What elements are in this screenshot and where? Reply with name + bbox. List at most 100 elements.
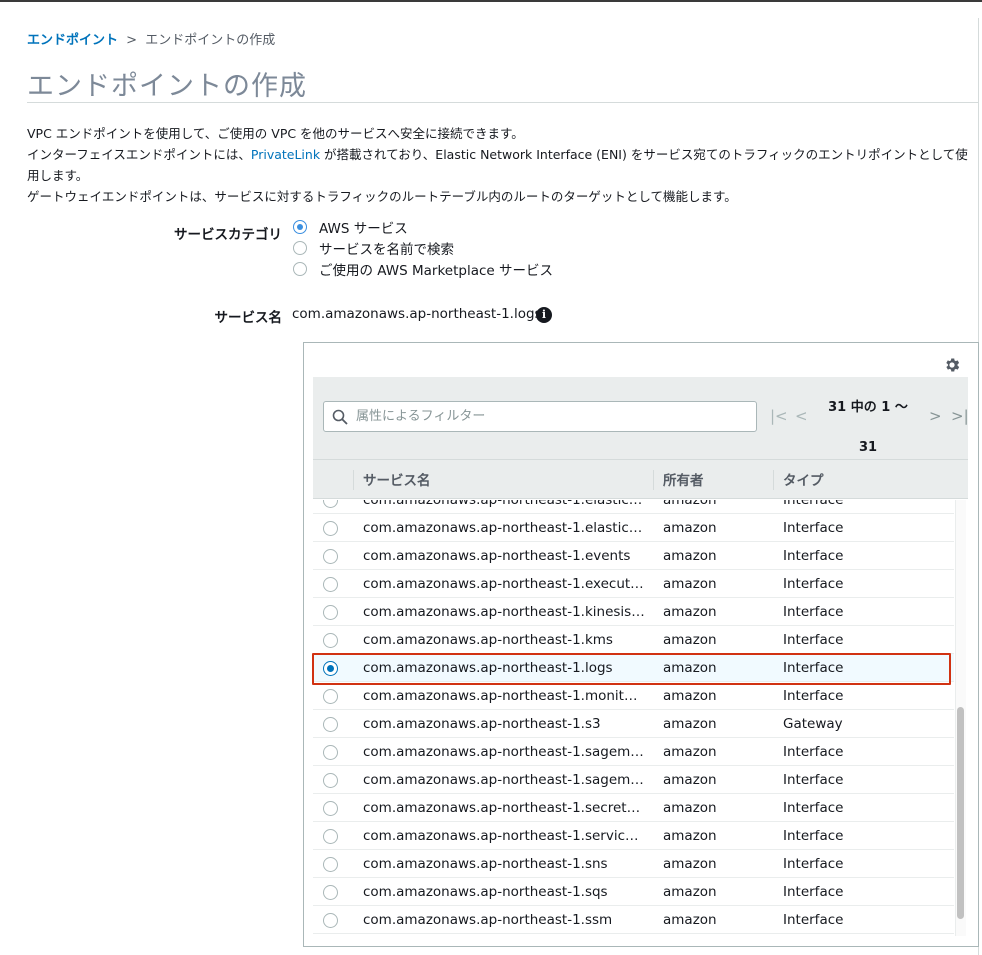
row-service-name: com.amazonaws.ap-northeast-1.execute-api	[363, 576, 645, 592]
filter-input[interactable]	[354, 408, 734, 425]
pager-prev-button[interactable]: <	[795, 407, 808, 425]
row-owner: amazon	[663, 576, 717, 592]
table-row[interactable]: com.amazonaws.ap-northeast-1.elastic-inf…	[313, 500, 954, 514]
radio-marketplace-services[interactable]: ご使用の AWS Marketplace サービス	[293, 259, 553, 279]
row-radio-button[interactable]	[323, 745, 338, 760]
row-radio-button[interactable]	[323, 857, 338, 872]
row-owner: amazon	[663, 520, 717, 536]
row-type: Interface	[783, 500, 844, 508]
row-service-name: com.amazonaws.ap-northeast-1.logs	[363, 660, 613, 676]
description-line-3: ゲートウェイエンドポイントは、サービスに対するトラフィックのルートテーブル内のル…	[27, 189, 737, 204]
row-type: Interface	[783, 632, 844, 648]
row-service-name: com.amazonaws.ap-northeast-1.events	[363, 548, 631, 564]
radio-label: ご使用の AWS Marketplace サービス	[319, 263, 554, 279]
pager-first-button[interactable]: |<	[770, 407, 788, 425]
gear-icon[interactable]	[943, 356, 961, 374]
row-service-name: com.amazonaws.ap-northeast-1.elasticloa.…	[363, 520, 645, 536]
row-radio-button[interactable]	[323, 521, 338, 536]
row-radio-button[interactable]	[323, 577, 338, 592]
table-row[interactable]: com.amazonaws.ap-northeast-1.execute-api…	[313, 570, 954, 598]
table-header: サービス名 所有者 タイプ	[313, 459, 968, 499]
pager-next-button[interactable]: >	[929, 407, 942, 425]
privatelink-link[interactable]: PrivateLink	[251, 147, 320, 162]
breadcrumb-current: エンドポイントの作成	[145, 33, 276, 48]
row-owner: amazon	[663, 500, 717, 508]
radio-find-by-name[interactable]: サービスを名前で検索	[293, 238, 454, 258]
row-service-name: com.amazonaws.ap-northeast-1.serviceca..…	[363, 828, 645, 844]
table-row[interactable]: com.amazonaws.ap-northeast-1.kinesis-st.…	[313, 598, 954, 626]
row-type: Interface	[783, 772, 844, 788]
title-divider	[27, 102, 979, 103]
description-line-2: インターフェイスエンドポイントには、PrivateLink が搭載されており、E…	[27, 144, 972, 186]
pagination-status: 31 中の 1 〜 31	[808, 388, 928, 468]
row-service-name: com.amazonaws.ap-northeast-1.kms	[363, 632, 613, 648]
table-row[interactable]: com.amazonaws.ap-northeast-1.sagemak... a…	[313, 766, 954, 794]
row-radio-button[interactable]	[323, 801, 338, 816]
row-type: Interface	[783, 660, 844, 676]
table-row[interactable]: com.amazonaws.ap-northeast-1.elasticloa.…	[313, 514, 954, 542]
radio-label: サービスを名前で検索	[319, 242, 454, 258]
pager-last-button[interactable]: >|	[951, 407, 969, 425]
table-row[interactable]: com.amazonaws.ap-northeast-1.kms amazon In…	[313, 626, 954, 654]
row-type: Interface	[783, 912, 844, 928]
row-owner: amazon	[663, 828, 717, 844]
row-owner: amazon	[663, 800, 717, 816]
row-radio-button[interactable]	[323, 661, 338, 676]
row-radio-button[interactable]	[323, 549, 338, 564]
row-service-name: com.amazonaws.ap-northeast-1.sagemak...	[363, 772, 645, 788]
table-row[interactable]: com.amazonaws.ap-northeast-1.monitoring a…	[313, 682, 954, 710]
radio-label: AWS サービス	[319, 221, 408, 237]
table-row[interactable]: com.amazonaws.ap-northeast-1.ssm amazon In…	[313, 906, 954, 934]
scrollbar-thumb[interactable]	[957, 707, 964, 919]
row-service-name: com.amazonaws.ap-northeast-1.monitoring	[363, 688, 645, 704]
row-type: Interface	[783, 576, 844, 592]
row-owner: amazon	[663, 604, 717, 620]
row-type: Gateway	[783, 716, 843, 732]
table-row[interactable]: com.amazonaws.ap-northeast-1.events amazo…	[313, 542, 954, 570]
row-radio-button[interactable]	[323, 885, 338, 900]
radio-aws-services[interactable]: AWS サービス	[293, 217, 408, 237]
row-radio-button[interactable]	[323, 913, 338, 928]
row-service-name: com.amazonaws.ap-northeast-1.elastic-inf…	[363, 500, 645, 508]
column-header-owner[interactable]: 所有者	[663, 469, 704, 489]
table-row[interactable]: com.amazonaws.ap-northeast-1.logs amazon I…	[313, 654, 954, 682]
radio-button[interactable]	[293, 262, 307, 276]
row-type: Interface	[783, 856, 844, 872]
row-service-name: com.amazonaws.ap-northeast-1.kinesis-st.…	[363, 604, 645, 620]
radio-button[interactable]	[293, 220, 307, 234]
row-radio-button[interactable]	[323, 773, 338, 788]
row-service-name: com.amazonaws.ap-northeast-1.secretsm...	[363, 800, 645, 816]
breadcrumb-separator: >	[126, 33, 138, 48]
filter-field[interactable]	[323, 401, 757, 432]
row-service-name: com.amazonaws.ap-northeast-1.sagemak...	[363, 744, 645, 760]
row-type: Interface	[783, 828, 844, 844]
radio-button[interactable]	[293, 241, 307, 255]
breadcrumb-link-endpoints[interactable]: エンドポイント	[27, 33, 118, 48]
row-radio-button[interactable]	[323, 717, 338, 732]
row-radio-button[interactable]	[323, 500, 338, 508]
page-description: VPC エンドポイントを使用して、ご使用の VPC を他のサービスへ安全に接続で…	[27, 123, 972, 207]
table-row[interactable]: com.amazonaws.ap-northeast-1.serviceca..…	[313, 822, 954, 850]
row-radio-button[interactable]	[323, 689, 338, 704]
table-row[interactable]: com.amazonaws.ap-northeast-1.sns amazon In…	[313, 850, 954, 878]
table-row[interactable]: com.amazonaws.ap-northeast-1.sagemak... a…	[313, 738, 954, 766]
page-title: エンドポイントの作成	[27, 71, 307, 102]
row-radio-button[interactable]	[323, 633, 338, 648]
row-type: Interface	[783, 688, 844, 704]
row-radio-button[interactable]	[323, 605, 338, 620]
column-header-service-name[interactable]: サービス名	[363, 469, 431, 489]
row-service-name: com.amazonaws.ap-northeast-1.sns	[363, 856, 608, 872]
row-owner: amazon	[663, 856, 717, 872]
row-owner: amazon	[663, 660, 717, 676]
row-radio-button[interactable]	[323, 829, 338, 844]
column-header-type[interactable]: タイプ	[783, 469, 824, 489]
service-name-label: サービス名	[214, 310, 283, 326]
breadcrumb: エンドポイント > エンドポイントの作成	[27, 29, 275, 48]
table-row[interactable]: com.amazonaws.ap-northeast-1.sqs amazon In…	[313, 878, 954, 906]
row-owner: amazon	[663, 688, 717, 704]
info-icon[interactable]: i	[536, 307, 552, 323]
row-type: Interface	[783, 744, 844, 760]
table-row[interactable]: com.amazonaws.ap-northeast-1.secretsm...…	[313, 794, 954, 822]
row-service-name: com.amazonaws.ap-northeast-1.ssm	[363, 912, 613, 928]
table-row[interactable]: com.amazonaws.ap-northeast-1.s3 amazon Gat…	[313, 710, 954, 738]
